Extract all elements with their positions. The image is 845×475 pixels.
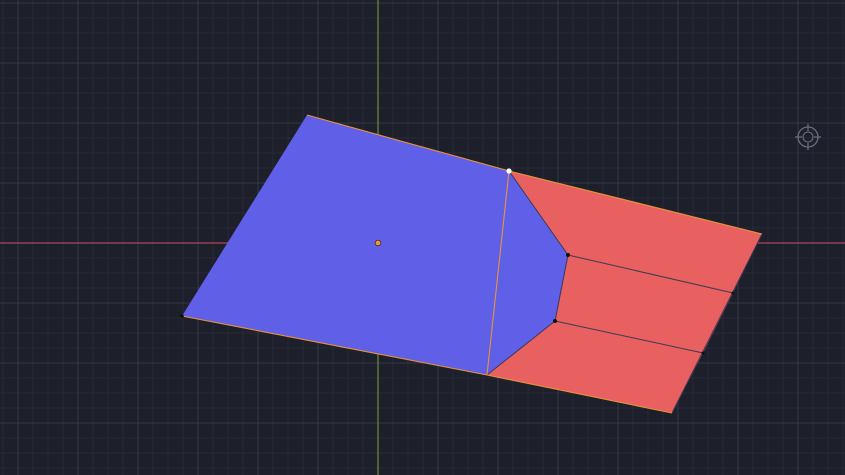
vertex[interactable] bbox=[731, 291, 735, 295]
viewport-canvas[interactable] bbox=[0, 0, 845, 475]
3d-viewport[interactable] bbox=[0, 0, 845, 475]
object-origin-point bbox=[374, 239, 382, 247]
active-vertex[interactable] bbox=[506, 168, 512, 174]
vertex[interactable] bbox=[566, 253, 570, 257]
vertex[interactable] bbox=[180, 314, 184, 318]
vertex[interactable] bbox=[553, 319, 557, 323]
vertex[interactable] bbox=[701, 351, 705, 355]
